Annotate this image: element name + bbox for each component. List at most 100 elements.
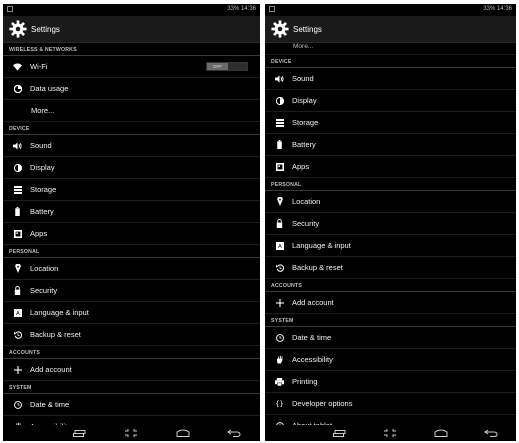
section-header-device: DEVICE [3, 122, 260, 135]
section-header-system: SYSTEM [265, 314, 516, 327]
section-header-system: SYSTEM [3, 381, 260, 394]
developer-item[interactable]: {} Developer options [265, 393, 516, 415]
data-usage-item[interactable]: Data usage [3, 78, 260, 100]
plus-icon [275, 298, 284, 307]
braces-icon: {} [275, 399, 284, 408]
screenshot-icon[interactable] [124, 429, 138, 437]
storage-item[interactable]: Storage [265, 112, 516, 134]
battery-label: Battery [292, 140, 316, 149]
page: 33% 14:36 Settings WIRELESS & NETWORKS W… [0, 0, 519, 443]
recents-stack-icon[interactable] [73, 429, 87, 437]
language-label: Language & input [292, 241, 351, 250]
add-account-item[interactable]: Add account [3, 359, 260, 381]
datetime-label: Date & time [292, 333, 332, 342]
wifi-toggle[interactable]: OFF [206, 62, 248, 71]
settings-list: WIRELESS & NETWORKS Wi-Fi OFF Data usage… [3, 43, 260, 438]
clock-icon [275, 333, 284, 342]
printing-item[interactable]: Printing [265, 371, 516, 393]
page-title: Settings [293, 24, 322, 34]
storage-label: Storage [292, 118, 319, 127]
sound-item[interactable]: Sound [3, 135, 260, 157]
apps-icon [275, 162, 284, 171]
settings-list: More... DEVICE Sound Display Storage Bat… [265, 43, 516, 437]
display-item[interactable]: Display [3, 157, 260, 179]
security-item[interactable]: Security [265, 213, 516, 235]
location-pin-icon [275, 197, 284, 206]
storage-icon [275, 118, 284, 127]
back-icon[interactable] [483, 429, 498, 437]
backup-label: Backup & reset [30, 330, 81, 339]
backup-icon [275, 263, 284, 272]
location-item[interactable]: Location [265, 191, 516, 213]
language-item[interactable]: A Language & input [265, 235, 516, 257]
brightness-icon [13, 163, 22, 172]
sound-label: Sound [30, 141, 52, 150]
security-label: Security [30, 286, 58, 295]
datetime-item[interactable]: Date & time [3, 394, 260, 416]
home-icon[interactable] [176, 429, 190, 437]
data-usage-label: Data usage [30, 84, 69, 93]
security-item[interactable]: Security [3, 280, 260, 302]
data-usage-icon [13, 84, 22, 93]
printer-icon [275, 377, 284, 386]
sound-label: Sound [292, 74, 314, 83]
developer-label: Developer options [292, 399, 353, 408]
speaker-icon [275, 74, 284, 83]
accessibility-label: Accessibility [292, 355, 333, 364]
action-bar: Settings [3, 16, 260, 43]
wifi-item[interactable]: Wi-Fi OFF [3, 56, 260, 78]
battery-item[interactable]: Battery [265, 134, 516, 156]
battery-label: Battery [30, 207, 54, 216]
screen-right: 33% 14:36 Settings More... DEVICE Sound … [265, 4, 516, 441]
language-item[interactable]: A Language & input [3, 302, 260, 324]
backup-item[interactable]: Backup & reset [265, 257, 516, 279]
storage-icon [13, 185, 22, 194]
battery-time: 33% 14:36 [227, 6, 256, 12]
battery-item[interactable]: Battery [3, 201, 260, 223]
security-label: Security [292, 219, 320, 228]
location-pin-icon [13, 264, 22, 273]
keyboard-icon: A [275, 241, 284, 250]
gear-icon [271, 20, 289, 38]
lock-icon [13, 286, 22, 295]
sound-item[interactable]: Sound [265, 68, 516, 90]
location-label: Location [30, 264, 59, 273]
more-item[interactable]: More... [265, 43, 516, 55]
accessibility-item[interactable]: Accessibility [265, 349, 516, 371]
storage-item[interactable]: Storage [3, 179, 260, 201]
add-account-item[interactable]: Add account [265, 292, 516, 314]
storage-label: Storage [30, 185, 57, 194]
display-item[interactable]: Display [265, 90, 516, 112]
home-icon[interactable] [434, 429, 448, 437]
apps-icon [13, 229, 22, 238]
more-item[interactable]: More... [3, 100, 260, 122]
language-label: Language & input [30, 308, 89, 317]
apps-item[interactable]: Apps [3, 223, 260, 245]
wifi-label: Wi-Fi [30, 62, 48, 71]
backup-label: Backup & reset [292, 263, 343, 272]
recents-stack-icon[interactable] [333, 429, 347, 437]
section-header-device: DEVICE [265, 55, 516, 68]
display-label: Display [30, 163, 55, 172]
apps-item[interactable]: Apps [265, 156, 516, 178]
notification-icon [7, 6, 13, 12]
status-bar: 33% 14:36 [3, 4, 260, 16]
backup-icon [13, 330, 22, 339]
back-icon[interactable] [227, 429, 241, 437]
screenshot-icon[interactable] [383, 429, 397, 437]
page-title: Settings [31, 24, 60, 34]
brightness-icon [275, 96, 284, 105]
back-icon-placeholder [283, 429, 297, 437]
section-header-accounts: ACCOUNTS [265, 279, 516, 292]
datetime-item[interactable]: Date & time [265, 327, 516, 349]
battery-time: 33% 14:36 [483, 6, 512, 12]
wifi-icon [13, 62, 22, 71]
apps-label: Apps [292, 162, 310, 171]
nav-bar [265, 425, 516, 441]
location-item[interactable]: Location [3, 258, 260, 280]
clock-icon [13, 400, 22, 409]
screen-left: 33% 14:36 Settings WIRELESS & NETWORKS W… [3, 4, 260, 441]
datetime-label: Date & time [30, 400, 70, 409]
backup-item[interactable]: Backup & reset [3, 324, 260, 346]
status-bar: 33% 14:36 [265, 4, 516, 16]
